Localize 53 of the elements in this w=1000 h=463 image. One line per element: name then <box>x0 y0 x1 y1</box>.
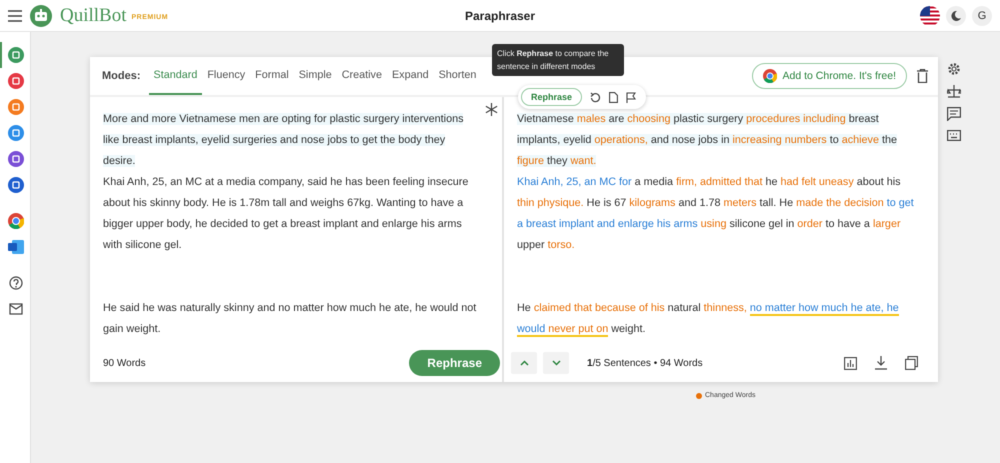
mail-icon <box>9 303 23 315</box>
scale-icon[interactable] <box>947 85 961 98</box>
chart-icon[interactable] <box>844 356 857 370</box>
mode-tab[interactable]: Standard <box>148 57 202 95</box>
mode-tab[interactable]: Formal <box>250 57 294 95</box>
sentence-status: 1/5 Sentences • 94 Words <box>587 358 703 368</box>
mode-tab[interactable]: Expand <box>386 57 434 95</box>
word-icon <box>8 239 24 255</box>
chrome-icon <box>762 69 777 83</box>
output-paragraph: He claimed that because of his natural thinness, no matter how much he ate, he would never put on weight. <box>517 301 900 339</box>
keyboard-icon[interactable] <box>947 130 961 141</box>
tool-icon <box>8 177 24 193</box>
modes-label: Modes: <box>102 70 140 82</box>
robot-logo-icon <box>30 4 52 26</box>
trash-icon[interactable] <box>917 69 928 83</box>
add-to-chrome-button[interactable]: Add to Chrome. It's free! <box>752 63 907 89</box>
menu-icon[interactable] <box>8 10 22 22</box>
copy-icon[interactable] <box>905 356 918 370</box>
tool-icon <box>8 151 24 167</box>
dark-mode-button[interactable] <box>946 6 966 26</box>
moon-icon <box>951 10 961 20</box>
input-paragraph: He said he was naturally skinny and no matter how much he ate, he would not gain weight. <box>103 301 478 337</box>
mode-tab[interactable]: Creative <box>336 57 387 95</box>
tooltip: Click Rephrase to compare the sentence in different modes <box>492 44 624 76</box>
user-avatar[interactable]: G <box>972 6 992 26</box>
rephrase-button[interactable]: Rephrase <box>409 350 500 376</box>
flag-icon[interactable] <box>626 92 636 102</box>
help-icon <box>9 276 23 290</box>
mode-tab[interactable]: Simple <box>294 57 337 95</box>
download-icon[interactable] <box>875 356 887 370</box>
chevron-up-icon <box>520 360 528 366</box>
tool-icon <box>8 125 24 141</box>
page-title: Paraphraser <box>464 8 536 22</box>
tool-icon <box>8 47 24 63</box>
chrome-icon <box>8 213 24 229</box>
us-flag-icon[interactable] <box>920 6 940 26</box>
chevron-down-icon <box>552 360 560 366</box>
comment-icon[interactable] <box>947 107 961 121</box>
document-icon[interactable] <box>609 92 618 102</box>
output-paragraph: Khai Anh, 25, an MC for a media firm, admitted that he had felt uneasy about his thin physique. He is 67 kilograms and 1.78 meters tall. He made the decision to get a breast implant and enlarge his arms using silicone gel in order to have a larger upper torso. <box>517 175 915 253</box>
tool-icon <box>8 73 24 89</box>
snowflake-icon[interactable] <box>485 103 498 116</box>
input-paragraph: More and more Vietnamese men are opting for plastic surgery interventions like breast implants, eyelid surgeries and nose jobs to get the body they desire. <box>103 112 464 169</box>
output-paragraph: Vietnamese males are choosing plastic surgery procedures including breast implants, eyelid operations, and nose jobs in increasing numbers to achieve the figure they want. <box>517 112 898 169</box>
mode-tab[interactable]: Shorten <box>434 57 482 95</box>
input-paragraph: Khai Anh, 25, an MC at a media company, said he has been feeling insecure about his skinny body. He is 1.78m tall and weighs 67kg. Wanting to have a bigger upper body, he decided to get a breast implant and enlarge his arms with silicone gel. <box>103 175 470 253</box>
undo-icon[interactable] <box>590 92 602 102</box>
word-count: 90 Words <box>103 358 146 368</box>
tool-icon <box>8 99 24 115</box>
settings-icon[interactable] <box>947 62 961 76</box>
rephrase-sentence-button[interactable]: Rephrase <box>521 88 582 106</box>
mode-tab[interactable]: Fluency <box>202 57 250 95</box>
brand-name: QuillBot <box>60 4 127 26</box>
